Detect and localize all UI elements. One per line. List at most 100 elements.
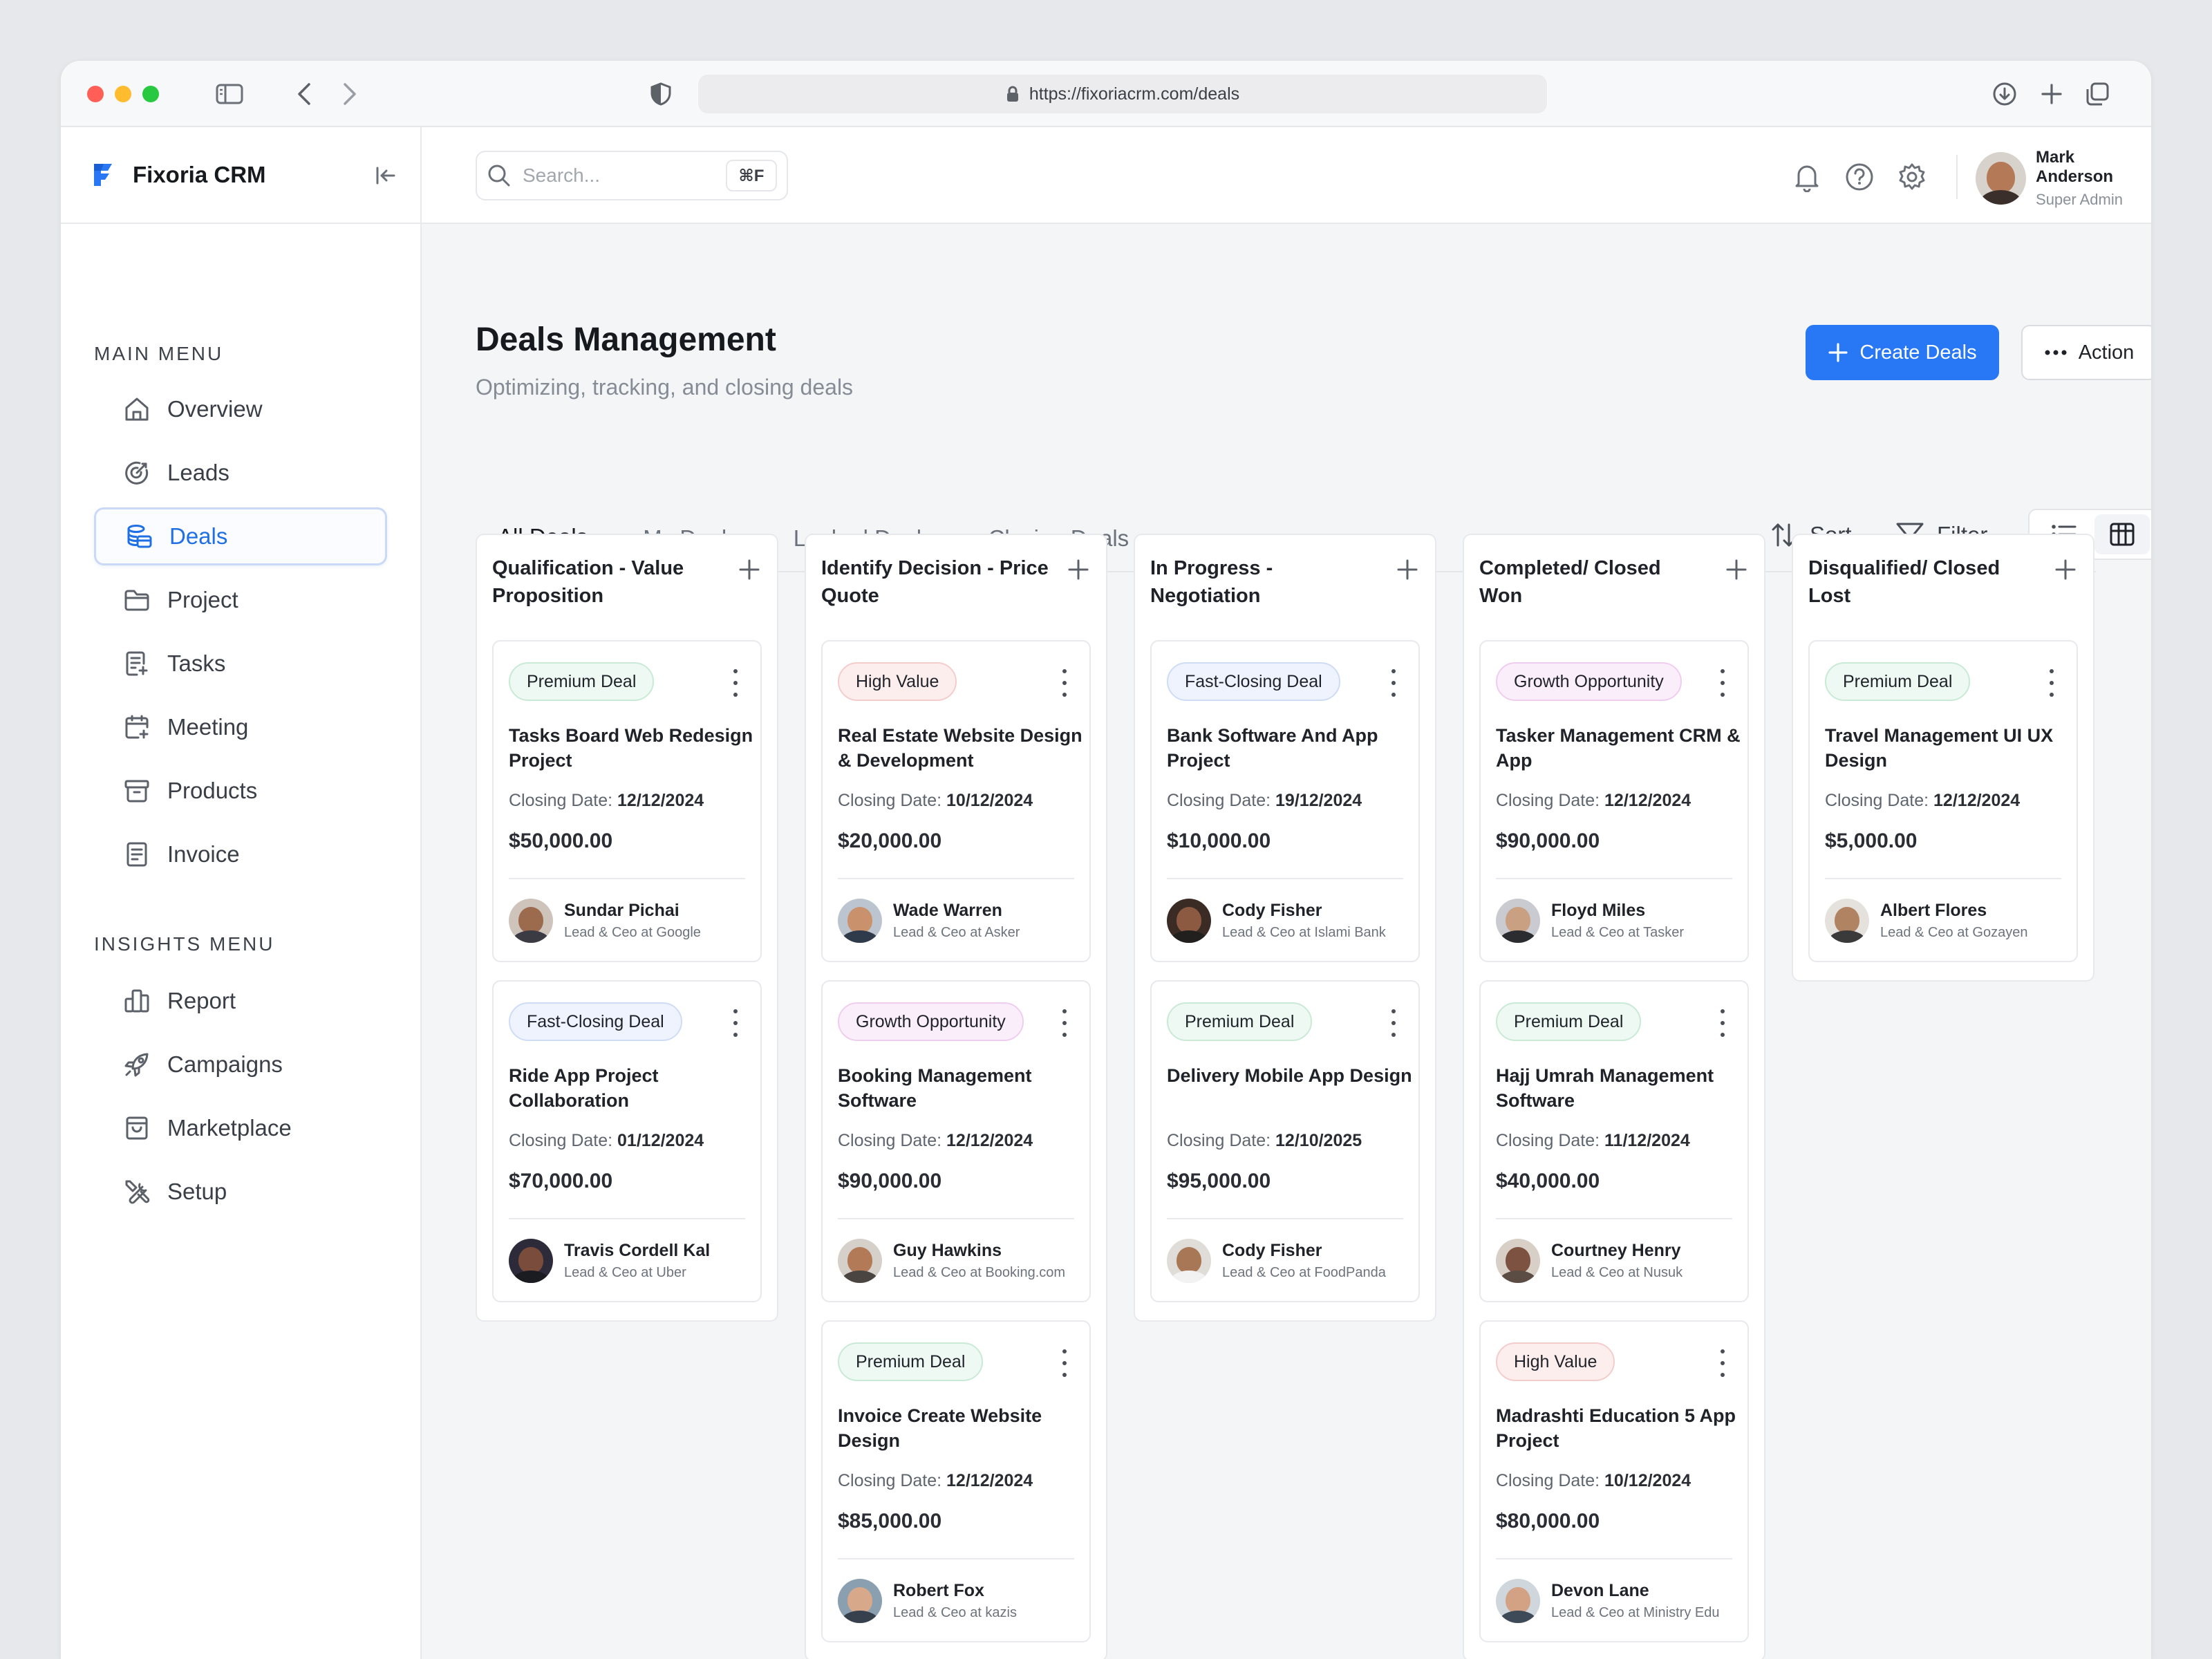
deal-card[interactable]: Premium Deal Hajj Umrah Management Softwa… <box>1479 980 1749 1302</box>
rocket-icon <box>122 1049 152 1080</box>
back-arrow-icon[interactable] <box>290 80 318 108</box>
sidebar-item-deals[interactable]: Deals <box>94 507 387 565</box>
help-icon[interactable] <box>1843 160 1876 194</box>
column-header: Identify Decision - Price Quote <box>806 535 1106 640</box>
deal-contact[interactable]: Albert Flores Lead & Ceo at Gozayen <box>1825 899 2027 943</box>
more-horizontal-icon <box>2045 350 2067 355</box>
sidebar-item-invoice[interactable]: Invoice <box>94 825 387 883</box>
sidebar-item-label: Campaigns <box>167 1051 283 1077</box>
sidebar-item-project[interactable]: Project <box>94 571 387 629</box>
contact-role: Lead & Ceo at Google <box>564 925 701 940</box>
deal-contact[interactable]: Cody Fisher Lead & Ceo at FoodPanda <box>1167 1239 1386 1283</box>
contact-role: Lead & Ceo at kazis <box>893 1605 1017 1620</box>
maximize-window-button[interactable] <box>142 86 159 102</box>
more-vertical-icon[interactable] <box>1387 669 1400 697</box>
contact-role: Lead & Ceo at Islami Bank <box>1222 925 1386 940</box>
more-vertical-icon[interactable] <box>1716 1009 1730 1037</box>
deal-card[interactable]: High Value Real Estate Website Design & D… <box>821 640 1091 962</box>
contact-name: Floyd Miles <box>1551 901 1646 920</box>
deal-badge: Fast-Closing Deal <box>509 1002 682 1041</box>
sidebar-item-marketplace[interactable]: Marketplace <box>94 1099 387 1157</box>
avatar <box>838 899 882 943</box>
add-deal-plus-icon[interactable] <box>2050 554 2081 585</box>
deal-contact[interactable]: Sundar Pichai Lead & Ceo at Google <box>509 899 701 943</box>
forward-arrow-icon[interactable] <box>336 80 364 108</box>
deal-card[interactable]: High Value Madrashti Education 5 App Proj… <box>1479 1320 1749 1642</box>
deal-card[interactable]: Fast-Closing Deal Bank Software And App P… <box>1150 640 1420 962</box>
closing-date-label: Closing Date: <box>509 1131 618 1150</box>
address-bar[interactable]: https://fixoriacrm.com/deals <box>698 75 1547 113</box>
sidebar-toggle-icon[interactable] <box>216 80 243 108</box>
deal-badge: High Value <box>838 662 957 701</box>
shield-icon[interactable] <box>647 80 675 108</box>
bell-icon[interactable] <box>1790 160 1824 194</box>
close-window-button[interactable] <box>87 86 104 102</box>
deal-contact[interactable]: Wade Warren Lead & Ceo at Asker <box>838 899 1020 943</box>
board-view-button[interactable] <box>2094 514 2150 554</box>
minimize-window-button[interactable] <box>115 86 131 102</box>
tab-overview-icon[interactable] <box>2083 80 2111 108</box>
add-deal-plus-icon[interactable] <box>1392 554 1423 585</box>
deal-amount: $20,000.00 <box>838 830 942 852</box>
more-vertical-icon[interactable] <box>1716 1349 1730 1377</box>
user-profile[interactable]: Mark Anderson Super Admin <box>1976 148 2151 209</box>
add-deal-plus-icon[interactable] <box>734 554 765 585</box>
deal-card[interactable]: Premium Deal Delivery Mobile App Design Cl… <box>1150 980 1420 1302</box>
closing-date: Closing Date: 11/12/2024 <box>1496 1131 1690 1151</box>
search-input[interactable]: Search... <box>523 165 726 187</box>
download-icon[interactable] <box>1991 80 2018 108</box>
deal-contact[interactable]: Courtney Henry Lead & Ceo at Nusuk <box>1496 1239 1683 1283</box>
closing-date-label: Closing Date: <box>1496 1471 1605 1490</box>
deal-card[interactable]: Fast-Closing Deal Ride App Project Collab… <box>492 980 762 1302</box>
deal-contact[interactable]: Floyd Miles Lead & Ceo at Tasker <box>1496 899 1684 943</box>
sidebar-item-leads[interactable]: Leads <box>94 444 387 502</box>
closing-date: Closing Date: 12/12/2024 <box>838 1471 1033 1491</box>
more-vertical-icon[interactable] <box>1058 669 1071 697</box>
new-tab-plus-icon[interactable] <box>2038 80 2065 108</box>
avatar <box>1496 1579 1540 1623</box>
column-title: Qualification - Value Proposition <box>492 557 684 607</box>
closing-date: Closing Date: 10/12/2024 <box>838 791 1033 811</box>
add-deal-plus-icon[interactable] <box>1063 554 1094 585</box>
deal-card[interactable]: Premium Deal Invoice Create Website Desig… <box>821 1320 1091 1642</box>
search-shortcut-badge: ⌘F <box>726 160 777 191</box>
sidebar-item-tasks[interactable]: Tasks <box>94 635 387 693</box>
gear-icon[interactable] <box>1895 160 1929 194</box>
deal-contact[interactable]: Robert Fox Lead & Ceo at kazis <box>838 1579 1017 1623</box>
more-vertical-icon[interactable] <box>1716 669 1730 697</box>
more-vertical-icon[interactable] <box>1058 1009 1071 1037</box>
sidebar-item-meeting[interactable]: Meeting <box>94 698 387 756</box>
action-button[interactable]: Action <box>2021 325 2151 380</box>
more-vertical-icon[interactable] <box>729 669 742 697</box>
column-title: Completed/ Closed Won <box>1479 557 1661 607</box>
contact-name: Travis Cordell Kal <box>564 1241 711 1260</box>
more-vertical-icon[interactable] <box>1387 1009 1400 1037</box>
collapse-sidebar-icon[interactable] <box>371 160 401 191</box>
deal-contact[interactable]: Devon Lane Lead & Ceo at Ministry Edu <box>1496 1579 1719 1623</box>
more-vertical-icon[interactable] <box>1058 1349 1071 1377</box>
search-box[interactable]: Search... ⌘F <box>476 151 788 200</box>
column-header: Qualification - Value Proposition <box>477 535 777 640</box>
main-menu-title: MAIN MENU <box>94 343 224 364</box>
deal-badge: Premium Deal <box>509 662 655 701</box>
task-list-icon <box>122 648 152 679</box>
deal-contact[interactable]: Travis Cordell Kal Lead & Ceo at Uber <box>509 1239 710 1283</box>
closing-date: Closing Date: 01/12/2024 <box>509 1131 704 1151</box>
sidebar-item-overview[interactable]: Overview <box>94 380 387 438</box>
sidebar-item-products[interactable]: Products <box>94 762 387 820</box>
browser-toolbar: https://fixoriacrm.com/deals <box>61 61 2151 127</box>
deal-contact[interactable]: Cody Fisher Lead & Ceo at Islami Bank <box>1167 899 1386 943</box>
sidebar-item-report[interactable]: Report <box>94 972 387 1030</box>
deal-card[interactable]: Premium Deal Tasks Board Web Redesign Pro… <box>492 640 762 962</box>
sidebar-item-campaigns[interactable]: Campaigns <box>94 1035 387 1094</box>
more-vertical-icon[interactable] <box>729 1009 742 1037</box>
add-deal-plus-icon[interactable] <box>1721 554 1752 585</box>
more-vertical-icon[interactable] <box>2045 669 2059 697</box>
deal-card[interactable]: Growth Opportunity Tasker Management CRM … <box>1479 640 1749 962</box>
deal-contact[interactable]: Guy Hawkins Lead & Ceo at Booking.com <box>838 1239 1065 1283</box>
closing-date-label: Closing Date: <box>838 791 947 810</box>
deal-card[interactable]: Growth Opportunity Booking Management Sof… <box>821 980 1091 1302</box>
deal-card[interactable]: Premium Deal Travel Management UI UX Desi… <box>1808 640 2078 962</box>
sidebar-item-setup[interactable]: Setup <box>94 1163 387 1221</box>
create-deals-button[interactable]: Create Deals <box>1806 325 1999 380</box>
